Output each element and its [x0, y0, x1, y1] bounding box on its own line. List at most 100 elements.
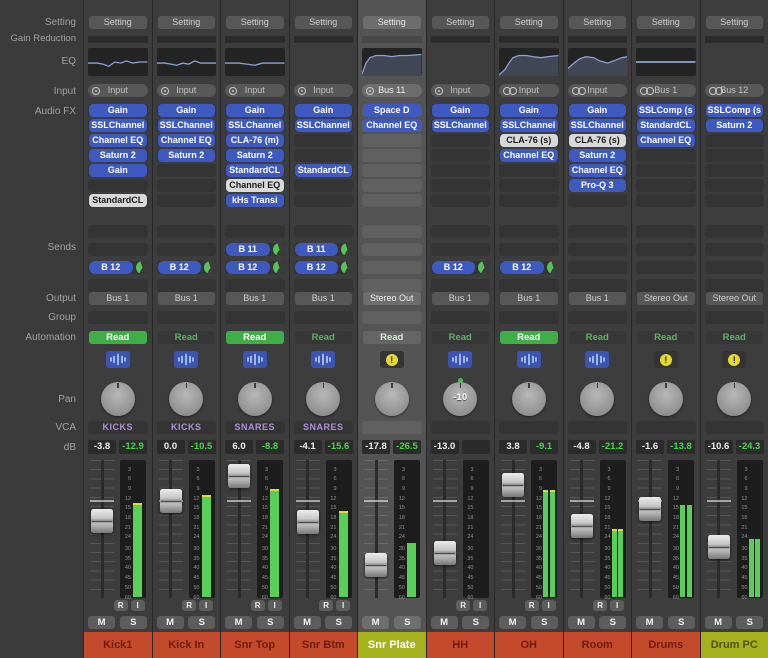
- fx-plugin-button[interactable]: StandardCL: [294, 164, 352, 177]
- send-knob[interactable]: [272, 243, 286, 256]
- input-button[interactable]: Input: [225, 84, 285, 97]
- input-monitor-button[interactable]: I: [610, 600, 625, 611]
- fx-plugin-button[interactable]: SSLComp (s: [637, 104, 695, 117]
- send-knob[interactable]: [546, 261, 560, 274]
- fx-plugin-button[interactable]: Gain: [157, 104, 215, 117]
- automation-read-button[interactable]: Read: [568, 331, 626, 344]
- fx-plugin-button[interactable]: Channel EQ: [637, 134, 695, 147]
- send-knob[interactable]: [478, 261, 491, 274]
- eq-display[interactable]: [225, 48, 285, 76]
- fx-plugin-button[interactable]: SSLComp (s: [705, 104, 763, 117]
- fx-plugin-button[interactable]: Saturn 2: [89, 149, 147, 162]
- track-name[interactable]: Kick1: [84, 632, 152, 658]
- group-slot[interactable]: [636, 311, 696, 324]
- send-button[interactable]: B 12: [431, 261, 475, 274]
- send-knob[interactable]: [135, 261, 149, 274]
- fx-plugin-button[interactable]: SSLChannel: [431, 119, 489, 132]
- track-name[interactable]: Snr Btm: [289, 632, 357, 658]
- fader-track[interactable]: [432, 460, 457, 598]
- output-button[interactable]: Bus 1: [500, 292, 558, 305]
- input-button[interactable]: Input: [567, 84, 627, 97]
- pan-knob[interactable]: [237, 382, 272, 416]
- vca-slot[interactable]: [567, 421, 627, 434]
- record-button[interactable]: R: [250, 600, 265, 611]
- warning-icon[interactable]: !: [653, 351, 678, 368]
- fader-cap[interactable]: [639, 497, 661, 522]
- fader-cap[interactable]: [296, 510, 319, 535]
- solo-button[interactable]: S: [736, 616, 764, 629]
- vca-slot[interactable]: [499, 421, 559, 434]
- vca-slot[interactable]: KICKS: [88, 421, 148, 434]
- setting-button[interactable]: Setting: [294, 16, 352, 29]
- solo-button[interactable]: S: [667, 616, 695, 629]
- record-button[interactable]: R: [456, 600, 471, 611]
- pan-knob[interactable]: [306, 382, 341, 416]
- fader-cap[interactable]: [91, 508, 113, 533]
- fx-plugin-button[interactable]: Saturn 2: [568, 149, 626, 162]
- fader-cap[interactable]: [159, 489, 182, 514]
- record-button[interactable]: R: [113, 600, 128, 611]
- output-button[interactable]: Bus 1: [226, 292, 284, 305]
- mute-button[interactable]: M: [362, 616, 390, 629]
- output-button[interactable]: Bus 1: [568, 292, 626, 305]
- group-slot[interactable]: [156, 311, 216, 324]
- track-name[interactable]: OH: [495, 632, 563, 658]
- group-slot[interactable]: [430, 311, 490, 324]
- vca-slot[interactable]: [704, 421, 764, 434]
- input-monitor-button[interactable]: I: [336, 600, 351, 611]
- waveform-icon[interactable]: [585, 351, 610, 368]
- record-button[interactable]: R: [319, 600, 334, 611]
- setting-button[interactable]: Setting: [431, 16, 489, 29]
- track-name[interactable]: Snr Plate: [358, 632, 426, 658]
- mute-button[interactable]: M: [567, 616, 595, 629]
- automation-read-button[interactable]: Read: [431, 331, 489, 344]
- track-name[interactable]: Drum PC: [700, 632, 768, 658]
- automation-read-button[interactable]: Read: [500, 331, 558, 344]
- fx-plugin-button[interactable]: SSLChannel: [89, 119, 147, 132]
- track-name[interactable]: Kick In: [152, 632, 220, 658]
- fx-plugin-button[interactable]: SSLChannel: [294, 119, 352, 132]
- warning-icon[interactable]: !: [379, 351, 404, 368]
- pan-knob[interactable]: [374, 382, 409, 416]
- send-knob[interactable]: [272, 261, 286, 274]
- send-knob[interactable]: [204, 261, 217, 274]
- fader-cap[interactable]: [707, 534, 730, 559]
- fx-plugin-button[interactable]: SSLChannel: [568, 119, 626, 132]
- group-slot[interactable]: [704, 311, 764, 324]
- automation-read-button[interactable]: Read: [89, 331, 147, 344]
- group-slot[interactable]: [225, 311, 285, 324]
- input-monitor-button[interactable]: I: [473, 600, 488, 611]
- eq-display[interactable]: [156, 48, 216, 76]
- fader-track[interactable]: [706, 460, 731, 598]
- input-button[interactable]: Input: [156, 84, 216, 97]
- solo-button[interactable]: S: [256, 616, 284, 629]
- fx-plugin-button[interactable]: Gain: [89, 164, 147, 177]
- solo-button[interactable]: S: [599, 616, 627, 629]
- fx-plugin-button[interactable]: Channel EQ: [157, 134, 215, 147]
- setting-button[interactable]: Setting: [363, 16, 421, 29]
- pan-knob[interactable]: -10: [443, 378, 478, 416]
- pan-knob[interactable]: [100, 382, 135, 416]
- mute-button[interactable]: M: [225, 616, 253, 629]
- send-button[interactable]: B 12: [500, 261, 544, 274]
- setting-button[interactable]: Setting: [568, 16, 626, 29]
- fx-plugin-button[interactable]: SSLChannel: [157, 119, 215, 132]
- mute-button[interactable]: M: [704, 616, 732, 629]
- track-name[interactable]: Snr Top: [221, 632, 289, 658]
- fx-plugin-button[interactable]: CLA-76 (m): [226, 134, 284, 147]
- automation-read-button[interactable]: Read: [226, 331, 284, 344]
- group-slot[interactable]: [362, 311, 422, 324]
- record-button[interactable]: R: [593, 600, 608, 611]
- vca-slot[interactable]: KICKS: [156, 421, 216, 434]
- input-button[interactable]: Bus 11: [362, 84, 422, 97]
- input-button[interactable]: Input: [88, 84, 148, 97]
- fx-plugin-button[interactable]: SSLChannel: [500, 119, 558, 132]
- setting-button[interactable]: Setting: [705, 16, 763, 29]
- fx-plugin-button[interactable]: Gain: [500, 104, 558, 117]
- input-monitor-button[interactable]: I: [130, 600, 145, 611]
- fx-plugin-button[interactable]: kHs Transi: [226, 194, 284, 207]
- waveform-icon[interactable]: [311, 351, 336, 368]
- send-button[interactable]: B 12: [157, 261, 201, 274]
- waveform-icon[interactable]: [105, 351, 130, 368]
- mute-button[interactable]: M: [499, 616, 527, 629]
